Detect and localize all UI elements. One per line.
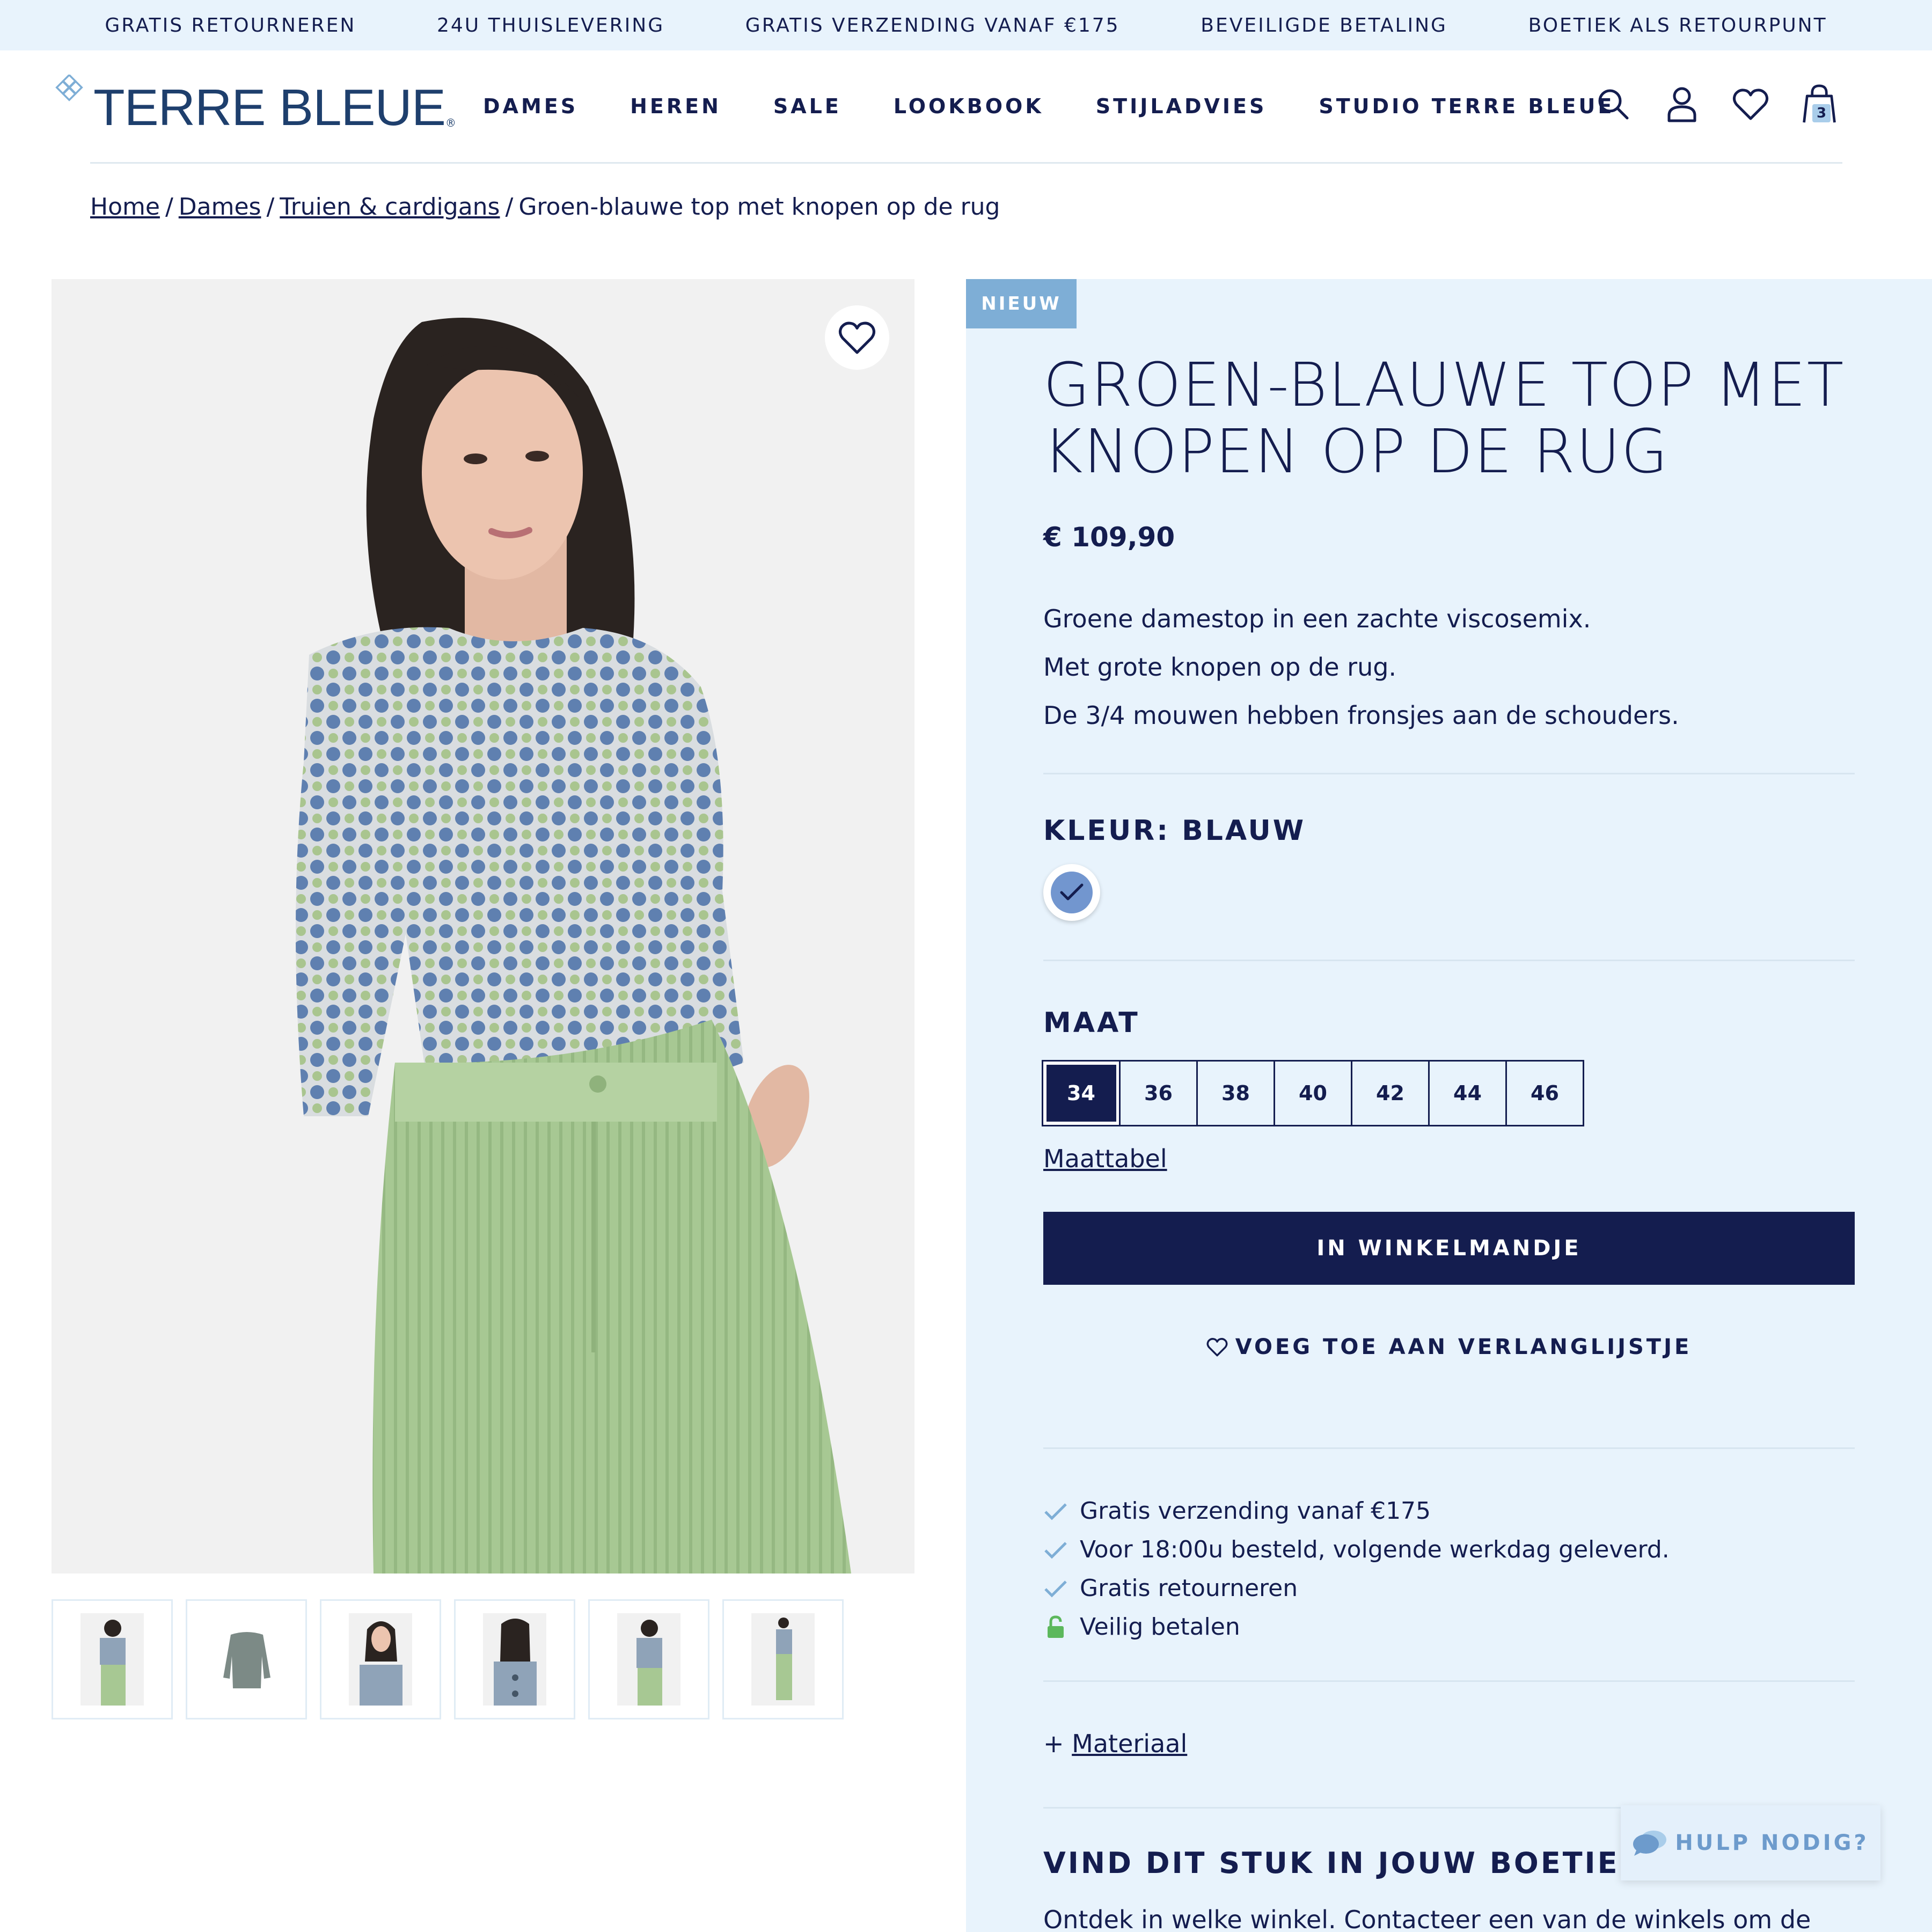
product-photo-illustration: [52, 279, 914, 1574]
product-description: Groene damestop in een zachte viscosemix…: [1043, 595, 1679, 740]
promo-item: BEVEILIGDE BETALING: [1201, 14, 1447, 36]
size-option-40[interactable]: 40: [1274, 1060, 1352, 1126]
heart-icon[interactable]: [1731, 83, 1770, 126]
usp-item: Voor 18:00u besteld, volgende werkdag ge…: [1043, 1531, 1670, 1569]
breadcrumb-separator: /: [165, 193, 173, 221]
color-swatch-blue[interactable]: [1043, 864, 1100, 921]
bag-icon[interactable]: 3: [1800, 83, 1839, 126]
thumbnail-strip: [52, 1599, 844, 1719]
chat-bubble-icon: [1633, 1831, 1667, 1856]
promo-bar: GRATIS RETOURNEREN 24U THUISLEVERING GRA…: [0, 0, 1932, 50]
size-selector: 34 36 38 40 42 44 46: [1042, 1060, 1584, 1126]
new-badge: NIEUW: [966, 279, 1077, 328]
add-to-wishlist-button[interactable]: VOEG TOE AAN VERLANGLIJSTJE: [1043, 1326, 1855, 1368]
description-line: Groene damestop in een zachte viscosemix…: [1043, 604, 1591, 633]
breadcrumb-separator: /: [266, 193, 275, 221]
breadcrumb-home[interactable]: Home: [90, 193, 160, 221]
description-line: De 3/4 mouwen hebben fronsjes aan de sch…: [1043, 701, 1679, 730]
size-option-46[interactable]: 46: [1505, 1060, 1584, 1126]
size-option-36[interactable]: 36: [1119, 1060, 1198, 1126]
divider: [1043, 960, 1855, 961]
size-label: MAAT: [1043, 1007, 1140, 1039]
product-title: GROEN-BLAUWE TOP MET KNOPEN OP DE RUG: [1043, 350, 1845, 487]
find-in-store-text: Ontdek in welke winkel. Contacteer een v…: [1043, 1905, 1811, 1932]
image-favorite-button[interactable]: [825, 305, 889, 370]
usp-text: Voor 18:00u besteld, volgende werkdag ge…: [1080, 1536, 1670, 1563]
divider: [1043, 1680, 1855, 1682]
thumbnail[interactable]: [722, 1599, 844, 1719]
breadcrumb: Home / Dames / Truien & cardigans / Groen-blau…: [90, 193, 1000, 221]
header-divider: [90, 162, 1842, 164]
size-option-38[interactable]: 38: [1196, 1060, 1275, 1126]
usp-text: Gratis verzending vanaf €175: [1080, 1497, 1431, 1525]
usp-text: Veilig betalen: [1080, 1613, 1240, 1641]
material-accordion[interactable]: + Materiaal: [1043, 1729, 1187, 1758]
material-link[interactable]: Materiaal: [1072, 1729, 1187, 1758]
brand-logo[interactable]: TERRE BLEUE ®: [54, 75, 456, 134]
nav-item-heren[interactable]: HEREN: [630, 94, 721, 118]
nav-item-studio[interactable]: STUDIO TERRE BLEUE: [1319, 94, 1614, 118]
usp-text: Gratis retourneren: [1080, 1575, 1298, 1602]
breadcrumb-category[interactable]: Truien & cardigans: [280, 193, 500, 221]
nav-item-stijladvies[interactable]: STIJLADVIES: [1096, 94, 1267, 118]
heart-icon: [1206, 1338, 1228, 1357]
thumbnail[interactable]: [588, 1599, 709, 1719]
thumbnail[interactable]: [454, 1599, 575, 1719]
product-price: € 109,90: [1043, 522, 1175, 553]
size-option-44[interactable]: 44: [1428, 1060, 1507, 1126]
account-icon[interactable]: [1663, 83, 1701, 126]
brand-name: TERRE BLEUE: [93, 79, 446, 136]
description-line: Met grote knopen op de rug.: [1043, 653, 1397, 682]
promo-item: GRATIS RETOURNEREN: [105, 14, 356, 36]
main-nav: DAMES HEREN SALE LOOKBOOK STIJLADVIES ST…: [483, 94, 1614, 118]
color-label: KLEUR: BLAUW: [1043, 815, 1306, 847]
check-icon: [1043, 1538, 1068, 1562]
check-icon: [1043, 1576, 1068, 1601]
site-header: TERRE BLEUE ® DAMES HEREN SALE LOOKBOOK …: [0, 50, 1932, 163]
help-label: HULP NODIG?: [1675, 1831, 1869, 1855]
divider: [1043, 1447, 1855, 1449]
size-option-42[interactable]: 42: [1351, 1060, 1430, 1126]
thumbnail[interactable]: [52, 1599, 173, 1719]
size-chart-link[interactable]: Maattabel: [1043, 1144, 1167, 1173]
promo-item: 24U THUISLEVERING: [437, 14, 665, 36]
brand-registered: ®: [445, 116, 456, 129]
nav-item-dames[interactable]: DAMES: [483, 94, 578, 118]
search-icon[interactable]: [1594, 83, 1633, 126]
header-actions: 3: [1594, 83, 1839, 126]
heart-icon: [838, 321, 876, 354]
thumbnail[interactable]: [186, 1599, 307, 1719]
help-chat-button[interactable]: HULP NODIG?: [1621, 1805, 1880, 1880]
breadcrumb-dames[interactable]: Dames: [179, 193, 261, 221]
nav-item-sale[interactable]: SALE: [773, 94, 841, 118]
nav-item-lookbook[interactable]: LOOKBOOK: [894, 94, 1044, 118]
size-option-label: 34: [1046, 1065, 1116, 1122]
add-to-cart-button[interactable]: IN WINKELMANDJE: [1043, 1212, 1855, 1285]
promo-item: BOETIEK ALS RETOURPUNT: [1528, 14, 1827, 36]
usp-list: Gratis verzending vanaf €175 Voor 18:00u…: [1043, 1492, 1670, 1646]
logo-diamond-icon: [55, 75, 83, 101]
thumbnail[interactable]: [320, 1599, 441, 1719]
accordion-plus: +: [1043, 1729, 1064, 1758]
breadcrumb-separator: /: [505, 193, 514, 221]
find-in-store-title: VIND DIT STUK IN JOUW BOETIEK: [1043, 1846, 1644, 1880]
check-icon: [1043, 1499, 1068, 1524]
product-main-image[interactable]: [52, 279, 914, 1574]
promo-item: GRATIS VERZENDING VANAF €175: [745, 14, 1120, 36]
breadcrumb-current: Groen-blauwe top met knopen op de rug: [518, 193, 1000, 221]
lock-icon: [1043, 1615, 1068, 1640]
cart-count-badge: 3: [1812, 104, 1831, 122]
check-icon: [1060, 883, 1084, 901]
wishlist-label: VOEG TOE AAN VERLANGLIJSTJE: [1235, 1335, 1692, 1359]
usp-item: Gratis retourneren: [1043, 1569, 1670, 1608]
usp-item: Veilig betalen: [1043, 1608, 1670, 1646]
divider: [1043, 773, 1855, 774]
usp-item: Gratis verzending vanaf €175: [1043, 1492, 1670, 1531]
size-option-34[interactable]: 34: [1042, 1060, 1121, 1126]
